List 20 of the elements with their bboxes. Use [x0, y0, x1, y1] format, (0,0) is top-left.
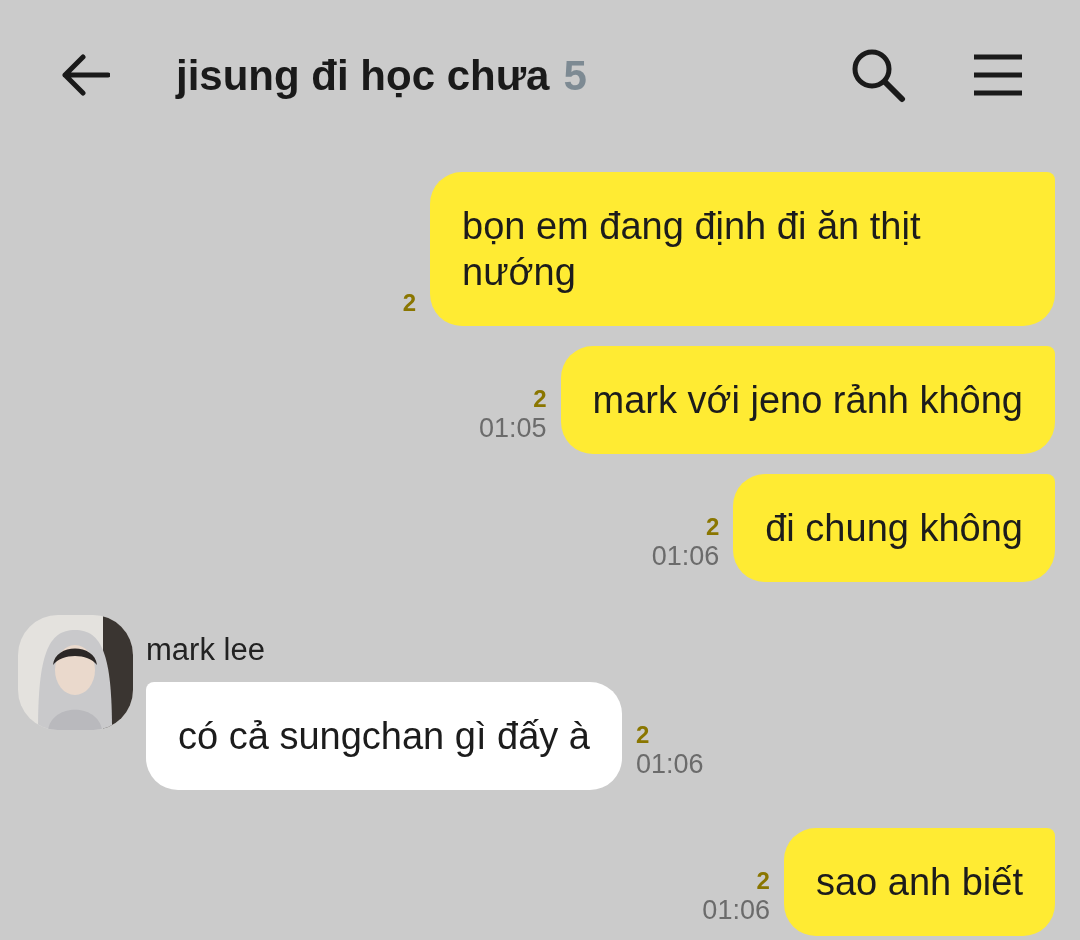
sender-name: mark lee	[146, 631, 266, 669]
message-bubble: có cả sungchan gì đấy à	[146, 681, 622, 790]
message-bubble: đi chung không	[733, 474, 1055, 582]
message-time: 01:05	[478, 412, 547, 444]
message-time: 01:06	[651, 540, 720, 572]
unread-count: 2	[533, 386, 547, 412]
unread-count: 2	[402, 290, 416, 316]
back-arrow-icon[interactable]	[60, 54, 110, 96]
menu-icon[interactable]	[972, 54, 1024, 96]
message-time: 01:06	[635, 747, 704, 780]
message-time: 01:06	[702, 893, 770, 926]
member-count: 5	[563, 50, 587, 101]
message-bubble: mark với jeno rảnh không	[560, 346, 1055, 454]
unread-count: 2	[756, 867, 770, 894]
chat-title: jisung đi học chưa	[176, 50, 550, 101]
search-icon[interactable]	[850, 47, 906, 103]
message-bubble: sao anh biết	[783, 827, 1055, 936]
unread-count: 2	[705, 514, 720, 540]
message-bubble: bọn em đang định đi ăn thịt nướng	[430, 172, 1055, 326]
unread-count: 2	[635, 721, 650, 748]
